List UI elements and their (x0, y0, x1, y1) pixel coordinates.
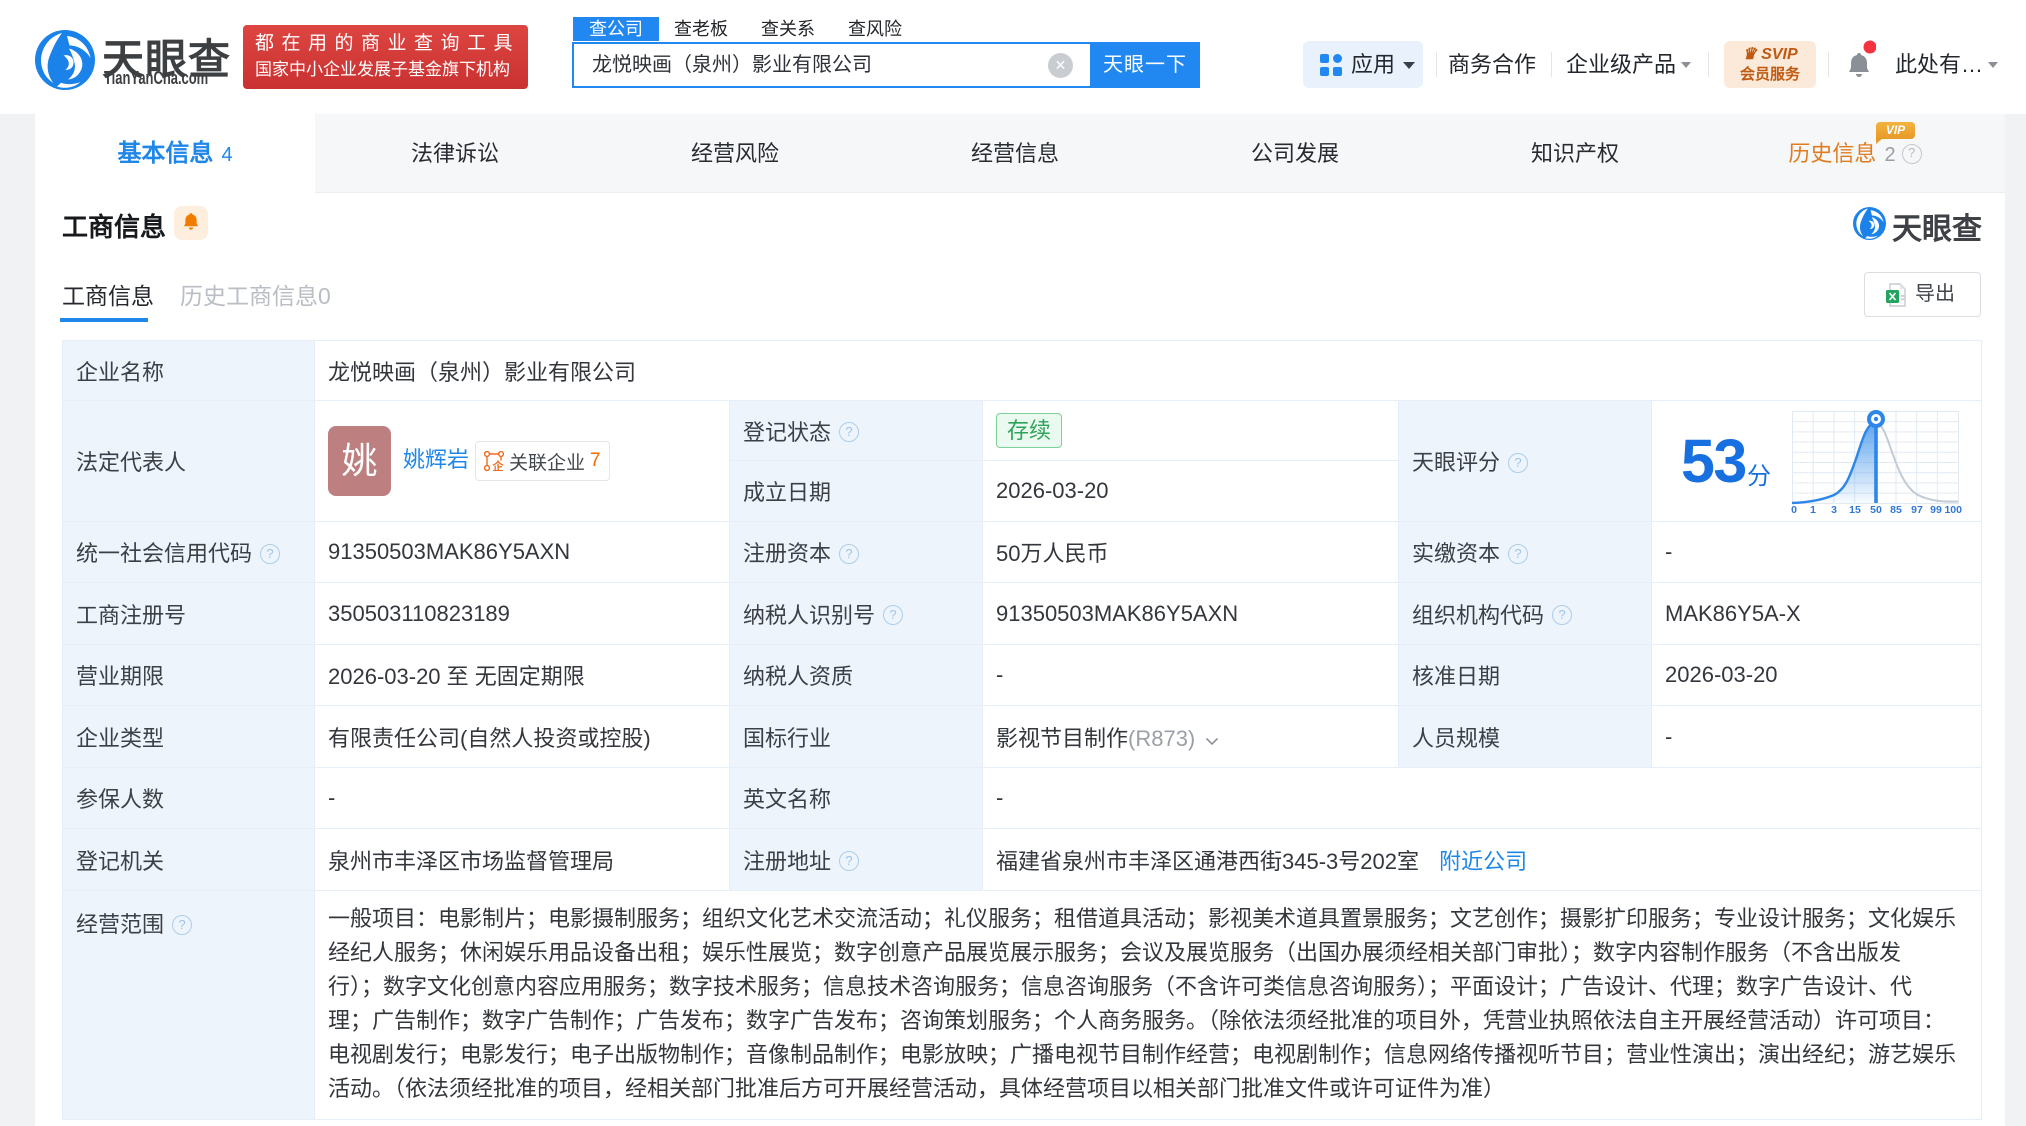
svg-text:99: 99 (1930, 504, 1942, 516)
svg-text:3: 3 (1831, 504, 1837, 516)
svg-text:100: 100 (1944, 504, 1962, 516)
svg-text:15: 15 (1849, 504, 1861, 516)
svg-text:50: 50 (1870, 504, 1882, 516)
svg-text:企: 企 (492, 459, 505, 471)
svg-text:85: 85 (1890, 504, 1902, 516)
svg-text:97: 97 (1911, 504, 1923, 516)
svg-text:0: 0 (1791, 504, 1797, 516)
svg-text:1: 1 (1810, 504, 1816, 516)
